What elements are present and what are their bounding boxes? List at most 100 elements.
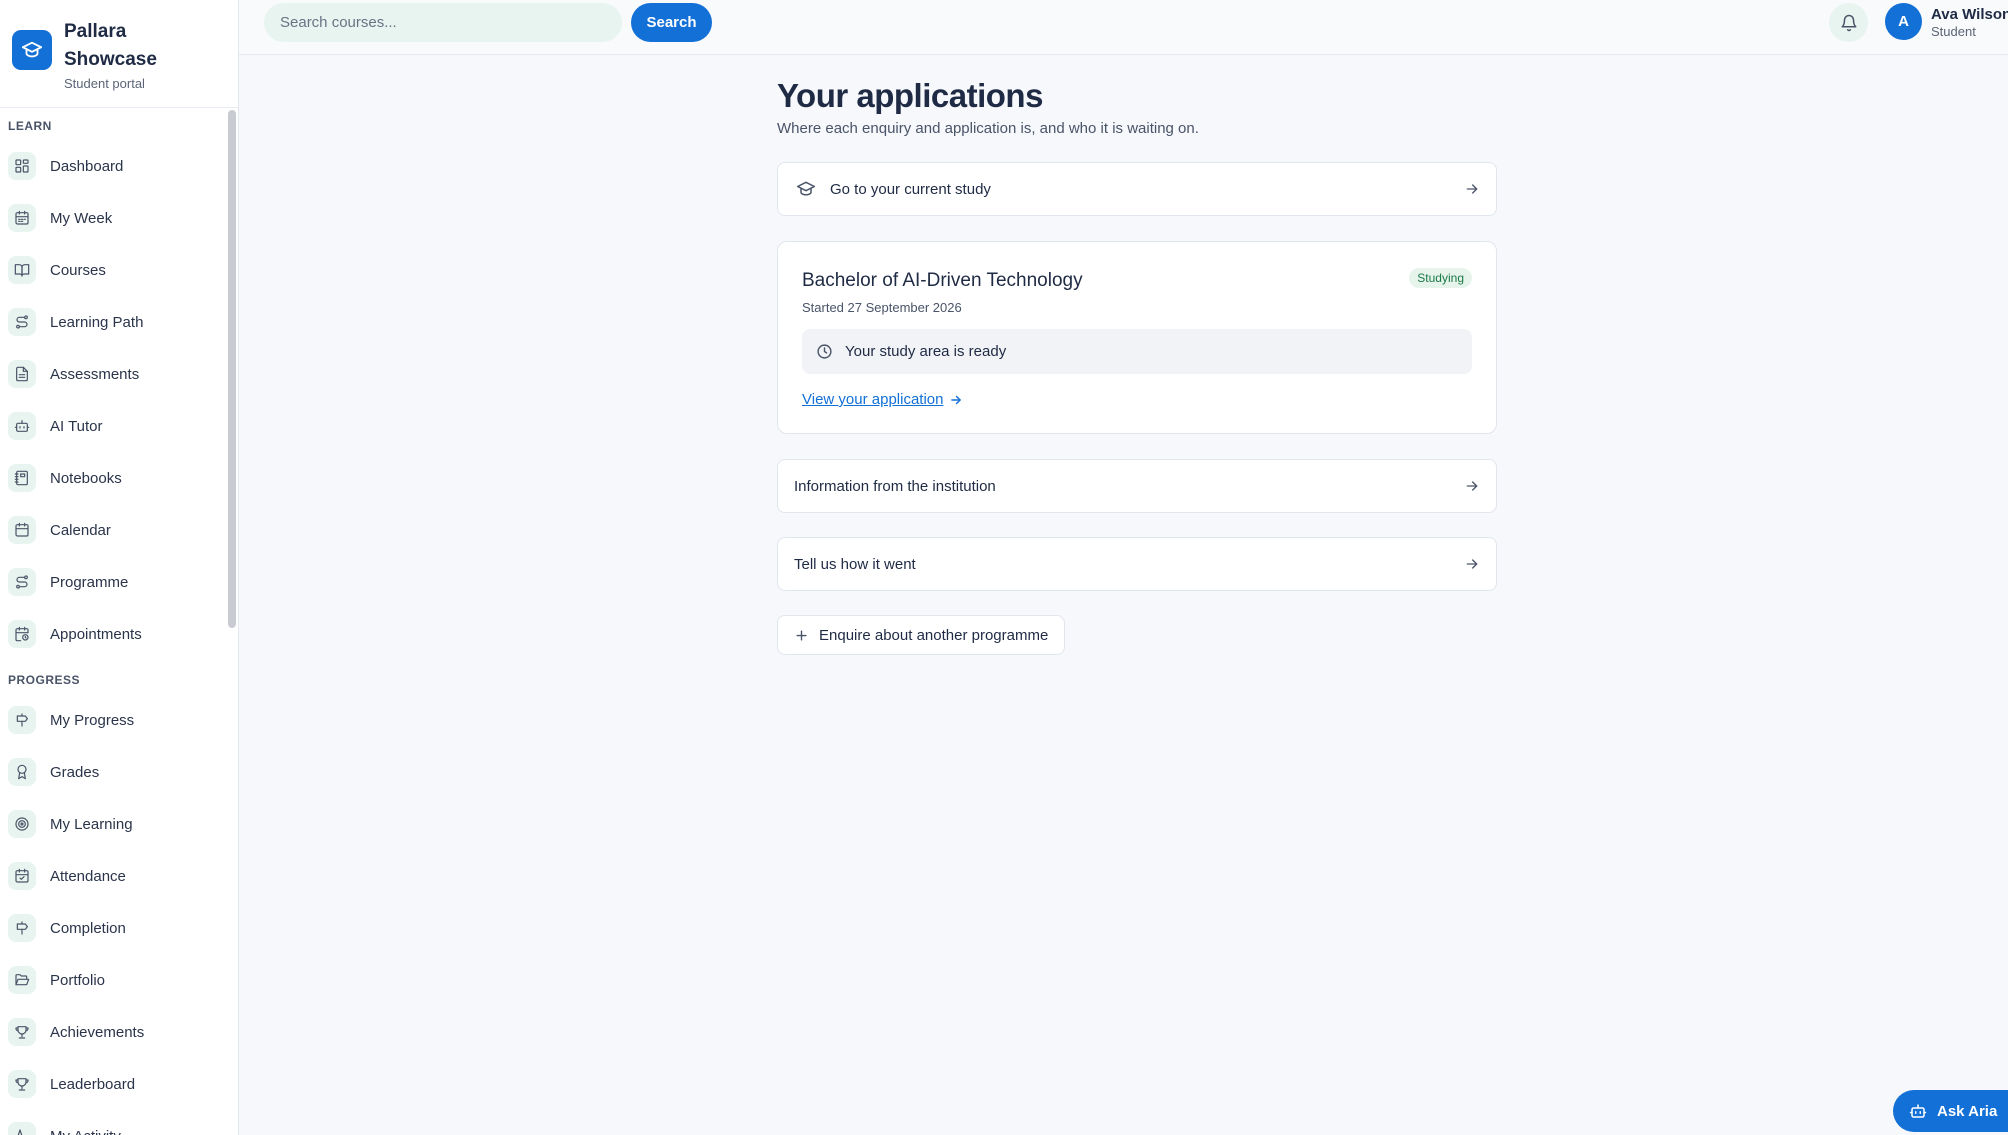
application-card: Bachelor of AI-Driven Technology Studyin… — [777, 241, 1497, 434]
sidebar-item-attendance[interactable]: Attendance — [0, 850, 224, 902]
page-subtitle: Where each enquiry and application is, a… — [777, 120, 1199, 137]
signpost-icon — [8, 706, 36, 734]
brand-name: Pallara Showcase — [64, 21, 157, 70]
page-title: Your applications — [777, 77, 1043, 114]
target-icon — [8, 810, 36, 838]
current-study-link[interactable]: Go to your current study — [777, 162, 1497, 216]
search-input[interactable] — [264, 3, 622, 42]
ask-aria-button[interactable]: Ask Aria — [1893, 1090, 2008, 1132]
plus-icon — [796, 629, 807, 641]
sidebar-item-label: Achievements — [50, 1023, 145, 1041]
graduation-cap-icon — [796, 181, 816, 196]
sidebar-item-label: Leaderboard — [50, 1075, 136, 1093]
sidebar-item-learning-path[interactable]: Learning Path — [0, 296, 224, 348]
sidebar-item-calendar[interactable]: Calendar — [0, 504, 224, 556]
sidebar-item-label: Courses — [50, 261, 106, 279]
calendar-icon — [8, 516, 36, 544]
application-start-date: Started 27 September 2026 — [802, 300, 962, 315]
sidebar-item-label: My Progress — [50, 711, 135, 729]
calendar-clock-icon — [8, 620, 36, 648]
sidebar-item-label: AI Tutor — [50, 417, 103, 435]
sidebar-item-ai-tutor[interactable]: AI Tutor — [0, 400, 224, 452]
signpost-icon — [8, 914, 36, 942]
notebook-icon — [8, 464, 36, 492]
sidebar-item-grades[interactable]: Grades — [0, 746, 224, 798]
avatar[interactable]: A — [1885, 3, 1922, 40]
route-icon — [8, 568, 36, 596]
sidebar-item-label: Attendance — [50, 867, 126, 885]
sidebar-item-appointments[interactable]: Appointments — [0, 608, 224, 660]
status-message-box: Your study area is ready — [802, 329, 1472, 374]
sidebar-item-label: My Week — [50, 209, 113, 227]
sidebar-item-my-activity[interactable]: My Activity — [0, 1110, 224, 1135]
graduation-cap-icon — [12, 30, 52, 70]
institution-info-link[interactable]: Information from the institution — [777, 459, 1497, 513]
status-badge: Studying — [1409, 268, 1472, 288]
sidebar-item-label: Portfolio — [50, 971, 106, 989]
brand[interactable]: Pallara Showcase Student portal — [0, 0, 238, 108]
sidebar-nav: LEARN Dashboard My Week Courses Learning Pat… — [0, 108, 224, 1135]
calendar-week-icon — [8, 204, 36, 232]
view-application-label: View your application — [802, 391, 944, 408]
document-icon — [8, 360, 36, 388]
trophy-icon — [8, 1018, 36, 1046]
trophy-icon — [8, 1070, 36, 1098]
sidebar-item-label: Assessments — [50, 365, 140, 383]
ask-aria-label: Ask Aria — [1937, 1102, 1998, 1120]
user-role: Student — [1931, 24, 1976, 39]
sidebar: Pallara Showcase Student portal LEARN Das… — [0, 0, 239, 1135]
arrow-right-icon — [951, 395, 962, 404]
sidebar-item-portfolio[interactable]: Portfolio — [0, 954, 224, 1006]
sidebar-item-programme[interactable]: Programme — [0, 556, 224, 608]
sidebar-item-completion[interactable]: Completion — [0, 902, 224, 954]
calendar-check-icon — [8, 862, 36, 890]
feedback-link[interactable]: Tell us how it went — [777, 537, 1497, 591]
arrow-right-icon — [1466, 184, 1478, 194]
sidebar-item-dashboard[interactable]: Dashboard — [0, 140, 224, 192]
sidebar-item-my-progress[interactable]: My Progress — [0, 694, 224, 746]
sidebar-item-my-learning[interactable]: My Learning — [0, 798, 224, 850]
sidebar-item-notebooks[interactable]: Notebooks — [0, 452, 224, 504]
award-icon — [8, 758, 36, 786]
sidebar-item-my-week[interactable]: My Week — [0, 192, 224, 244]
clock-icon — [817, 344, 832, 359]
user-name[interactable]: Ava Wilson — [1931, 6, 2008, 23]
sidebar-item-label: Calendar — [50, 521, 111, 539]
folder-open-icon — [8, 966, 36, 994]
application-title: Bachelor of AI-Driven Technology — [802, 270, 1083, 291]
sidebar-item-label: Dashboard — [50, 157, 124, 175]
dashboard-icon — [8, 152, 36, 180]
status-message: Your study area is ready — [845, 343, 1007, 360]
sidebar-item-label: Programme — [50, 573, 129, 591]
bell-icon[interactable] — [1829, 3, 1868, 42]
robot-icon — [1909, 1104, 1927, 1118]
sidebar-section-label: PROGRESS — [8, 673, 81, 687]
institution-info-label: Information from the institution — [794, 477, 996, 495]
sidebar-item-label: Completion — [50, 919, 126, 937]
enquire-button[interactable]: Enquire about another programme — [777, 615, 1066, 655]
topbar: Search A Ava Wilson Student — [239, 0, 2008, 55]
book-icon — [8, 256, 36, 284]
sidebar-item-assessments[interactable]: Assessments — [0, 348, 224, 400]
sidebar-item-label: Learning Path — [50, 313, 144, 331]
sidebar-section-label: LEARN — [8, 119, 52, 133]
activity-icon — [8, 1122, 36, 1135]
view-application-link[interactable]: View your application — [802, 391, 963, 408]
sidebar-item-leaderboard[interactable]: Leaderboard — [0, 1058, 224, 1110]
enquire-button-label: Enquire about another programme — [819, 626, 1049, 644]
sidebar-item-label: Notebooks — [50, 469, 122, 487]
sidebar-scrollbar-thumb[interactable] — [228, 110, 236, 628]
arrow-right-icon — [1466, 559, 1478, 569]
sidebar-item-label: My Learning — [50, 815, 133, 833]
brand-subtitle: Student portal — [64, 76, 145, 91]
sidebar-item-label: Appointments — [50, 625, 142, 643]
feedback-label: Tell us how it went — [794, 555, 916, 573]
current-study-label: Go to your current study — [830, 180, 991, 198]
sidebar-item-courses[interactable]: Courses — [0, 244, 224, 296]
sidebar-item-achievements[interactable]: Achievements — [0, 1006, 224, 1058]
route-icon — [8, 308, 36, 336]
sidebar-item-label: My Activity — [50, 1128, 121, 1135]
sidebar-item-label: Grades — [50, 763, 100, 781]
search-button[interactable]: Search — [631, 3, 712, 42]
arrow-right-icon — [1466, 481, 1478, 491]
